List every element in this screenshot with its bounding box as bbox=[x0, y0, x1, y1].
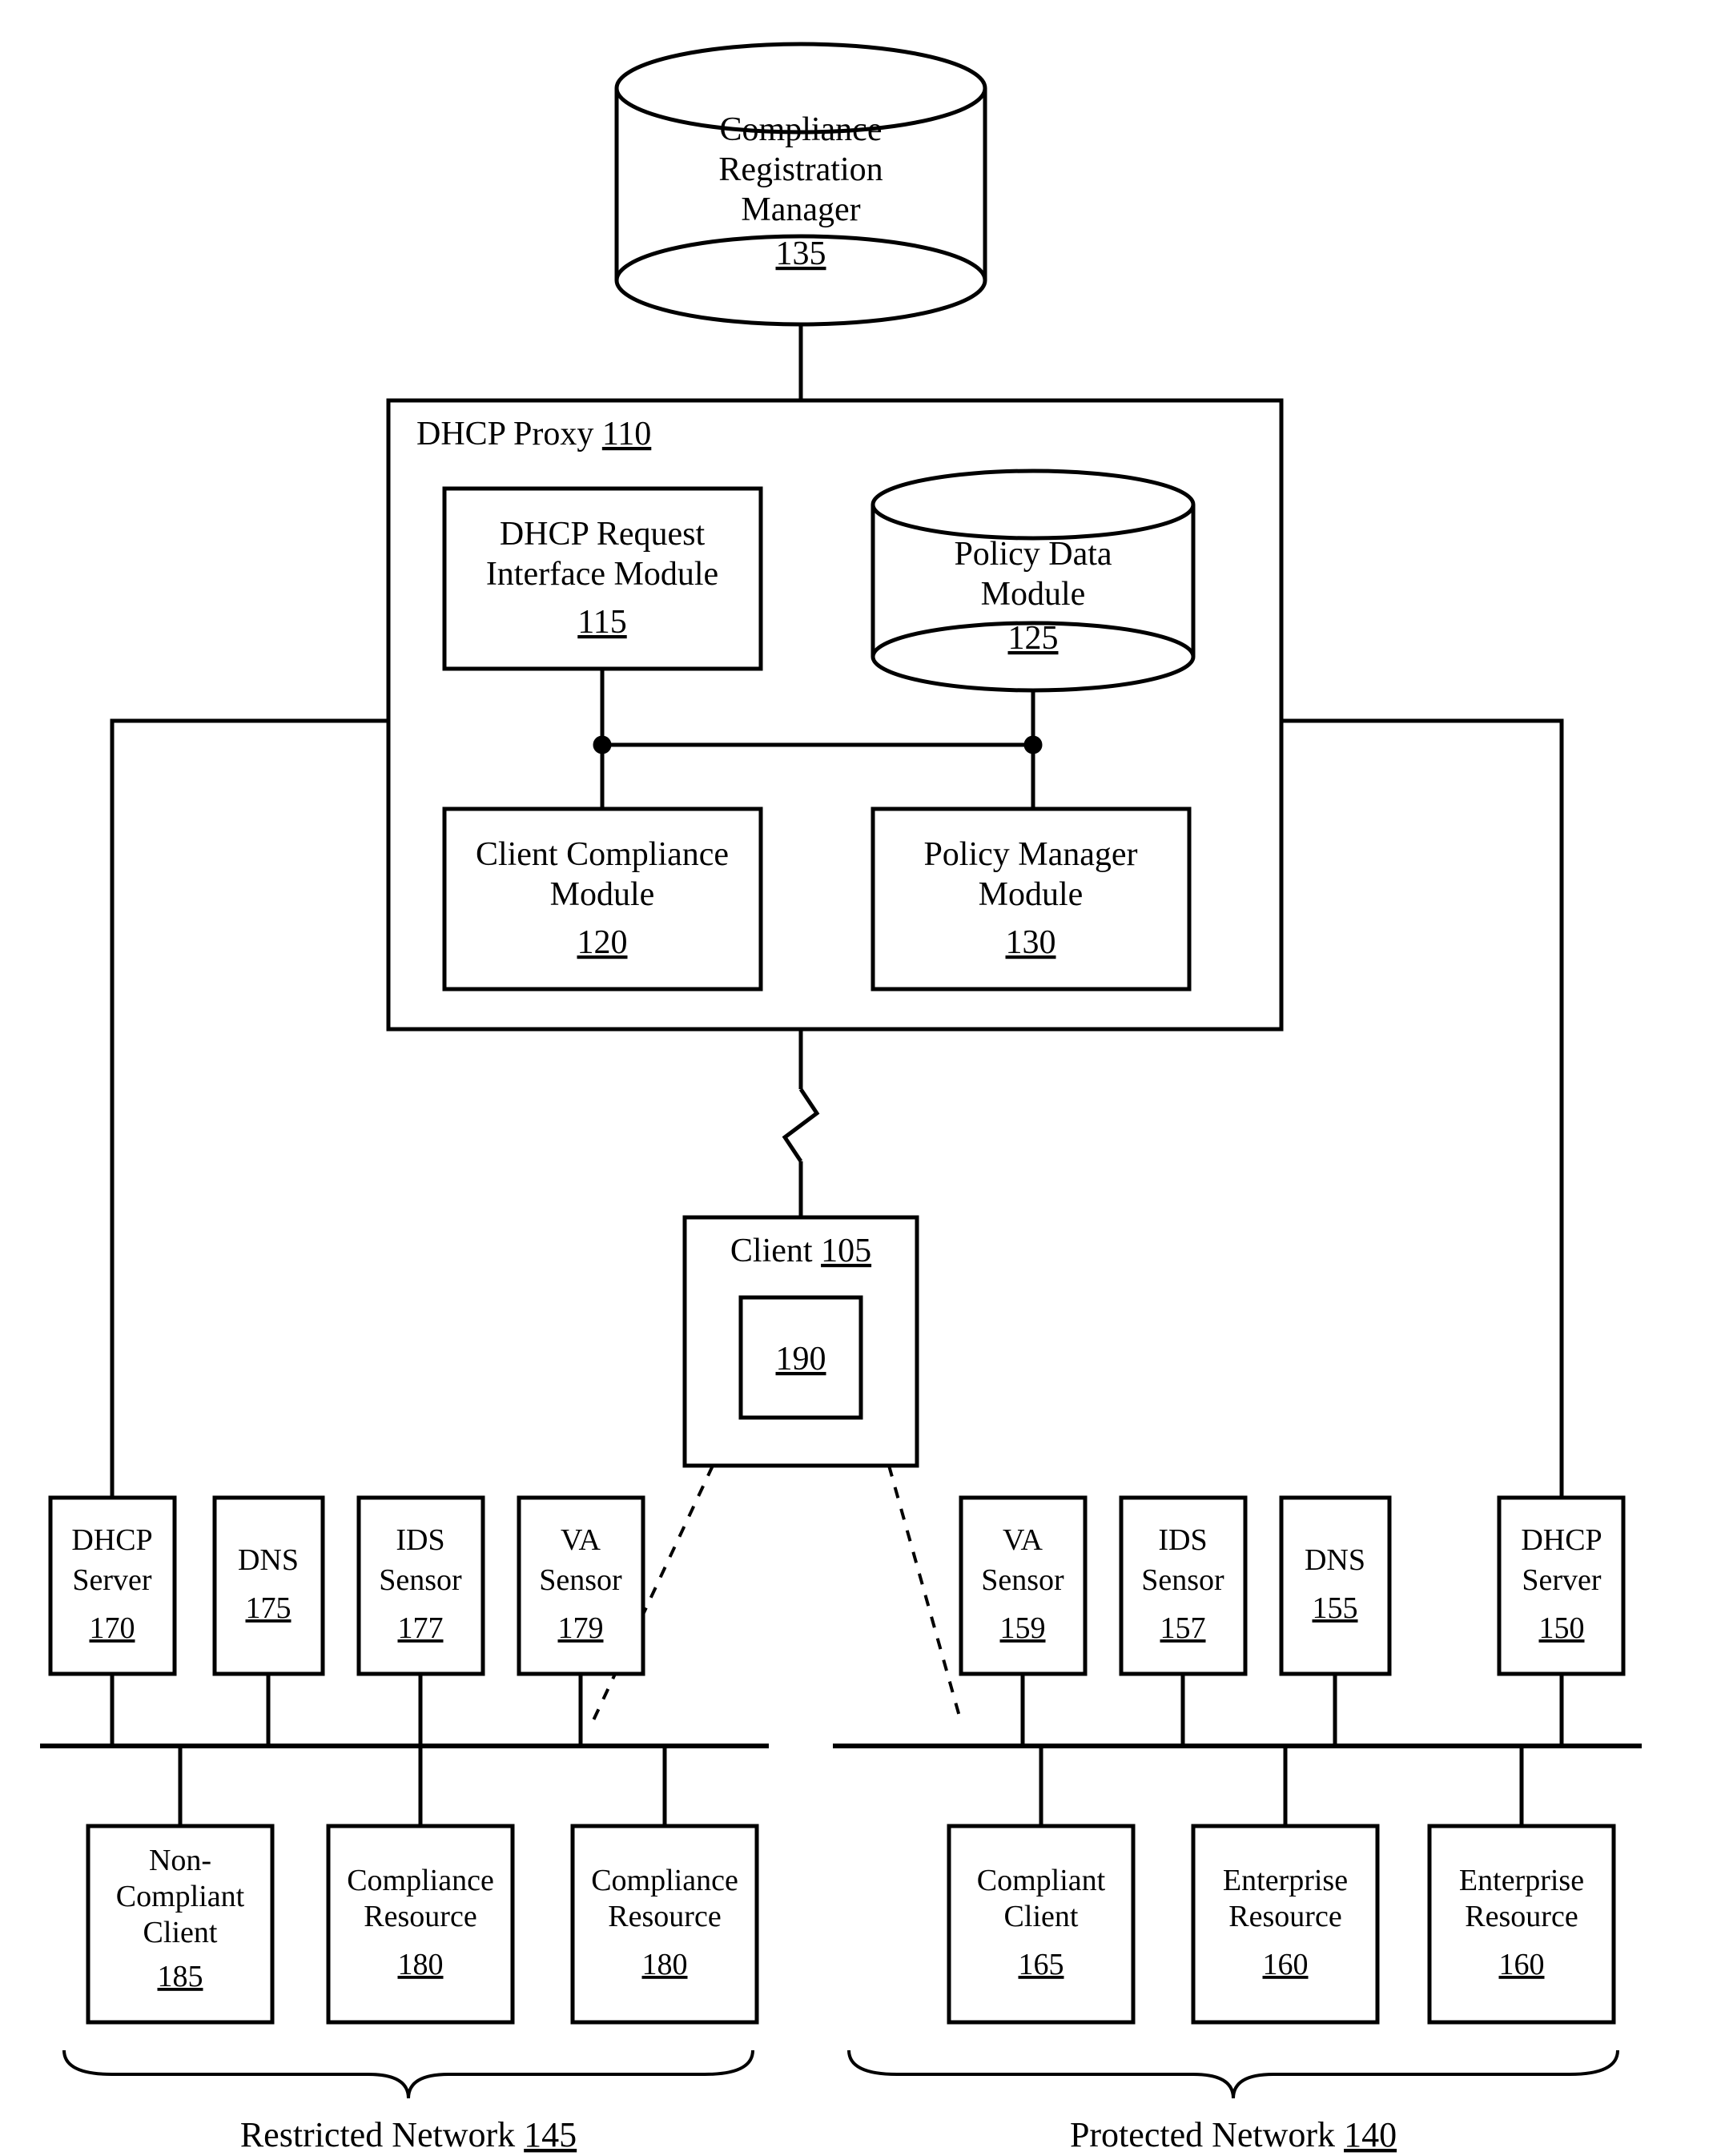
svg-text:Sensor: Sensor bbox=[539, 1563, 622, 1597]
client-box: Client 105 190 bbox=[685, 1217, 917, 1466]
svg-text:Sensor: Sensor bbox=[981, 1563, 1064, 1597]
svg-text:Enterprise: Enterprise bbox=[1459, 1864, 1584, 1897]
svg-text:170: 170 bbox=[90, 1611, 135, 1645]
dhcpreq-num: 115 bbox=[577, 604, 626, 641]
upper-drops-right bbox=[1023, 1674, 1562, 1746]
left-va: VA Sensor 179 bbox=[519, 1498, 643, 1674]
svg-text:DNS: DNS bbox=[1305, 1543, 1365, 1577]
crm-l2: Registration bbox=[718, 151, 883, 188]
brace-right bbox=[849, 2050, 1618, 2098]
svg-text:Sensor: Sensor bbox=[379, 1563, 462, 1597]
svg-text:160: 160 bbox=[1263, 1948, 1309, 1981]
pmm-num: 130 bbox=[1006, 924, 1056, 961]
svg-text:179: 179 bbox=[558, 1611, 604, 1645]
svg-text:IDS: IDS bbox=[1158, 1523, 1207, 1557]
svg-text:Resource: Resource bbox=[1228, 1900, 1341, 1933]
left-dhcp-server: DHCP Server 170 bbox=[50, 1498, 175, 1674]
svg-text:160: 160 bbox=[1499, 1948, 1545, 1981]
architecture-diagram: Compliance Registration Manager 135 DHCP… bbox=[0, 0, 1729, 2156]
proxy-title: DHCP Proxy 110 bbox=[416, 416, 651, 453]
svg-text:157: 157 bbox=[1160, 1611, 1206, 1645]
svg-text:175: 175 bbox=[246, 1591, 292, 1625]
pdm-l2: Module bbox=[981, 576, 1086, 613]
dhcp-request-module: DHCP Request Interface Module 115 bbox=[444, 489, 761, 669]
svg-text:IDS: IDS bbox=[396, 1523, 444, 1557]
upper-drops-left bbox=[112, 1674, 581, 1746]
ccm-num: 120 bbox=[577, 924, 628, 961]
svg-text:150: 150 bbox=[1539, 1611, 1585, 1645]
ccm-l1: Client Compliance bbox=[476, 836, 729, 873]
client-compliance-module: Client Compliance Module 120 bbox=[444, 809, 761, 989]
right-dhcp-server: DHCP Server 150 bbox=[1499, 1498, 1623, 1674]
right-va: VA Sensor 159 bbox=[961, 1498, 1085, 1674]
svg-text:VA: VA bbox=[1003, 1523, 1043, 1557]
svg-text:165: 165 bbox=[1019, 1948, 1064, 1981]
brace-left bbox=[64, 2050, 753, 2098]
pmm-l2: Module bbox=[979, 876, 1084, 913]
dashed-right bbox=[889, 1466, 961, 1722]
protected-network-label: Protected Network 140 bbox=[1070, 2115, 1397, 2154]
svg-text:177: 177 bbox=[398, 1611, 444, 1645]
svg-text:DHCP: DHCP bbox=[1521, 1523, 1602, 1557]
dhcpreq-l2: Interface Module bbox=[486, 556, 718, 593]
restricted-network-label: Restricted Network 145 bbox=[240, 2115, 577, 2154]
svg-text:VA: VA bbox=[561, 1523, 601, 1557]
lower-drops-right bbox=[1041, 1746, 1522, 1826]
pdm-num: 125 bbox=[1008, 620, 1059, 657]
svg-text:DHCP: DHCP bbox=[71, 1523, 152, 1557]
crm-l3: Manager bbox=[741, 191, 860, 228]
client-inner-num: 190 bbox=[776, 1341, 826, 1378]
svg-text:DNS: DNS bbox=[238, 1543, 299, 1577]
ccm-l2: Module bbox=[550, 876, 655, 913]
compliance-resource-1: Compliance Resource 180 bbox=[328, 1826, 513, 2022]
crm-cylinder: Compliance Registration Manager 135 bbox=[617, 44, 985, 324]
pmm-l1: Policy Manager bbox=[923, 836, 1137, 873]
svg-text:Server: Server bbox=[72, 1563, 152, 1597]
svg-text:Enterprise: Enterprise bbox=[1223, 1864, 1348, 1897]
svg-text:180: 180 bbox=[398, 1948, 444, 1981]
policy-manager-module: Policy Manager Module 130 bbox=[873, 809, 1189, 989]
svg-text:Compliance: Compliance bbox=[591, 1864, 738, 1897]
svg-text:Client: Client bbox=[1004, 1900, 1079, 1933]
svg-text:Server: Server bbox=[1522, 1563, 1602, 1597]
svg-text:Client: Client bbox=[143, 1916, 218, 1949]
svg-text:Compliance: Compliance bbox=[347, 1864, 494, 1897]
svg-text:Resource: Resource bbox=[364, 1900, 476, 1933]
left-dns: DNS 175 bbox=[215, 1498, 323, 1674]
enterprise-resource-1: Enterprise Resource 160 bbox=[1193, 1826, 1377, 2022]
svg-text:Compliant: Compliant bbox=[116, 1880, 245, 1913]
right-ids: IDS Sensor 157 bbox=[1121, 1498, 1245, 1674]
client-title: Client 105 bbox=[730, 1233, 871, 1269]
crm-num: 135 bbox=[776, 235, 826, 272]
svg-text:155: 155 bbox=[1313, 1591, 1358, 1625]
dhcpreq-l1: DHCP Request bbox=[500, 516, 706, 553]
svg-text:Resource: Resource bbox=[1465, 1900, 1578, 1933]
svg-text:Non-: Non- bbox=[149, 1844, 211, 1877]
svg-text:180: 180 bbox=[642, 1948, 688, 1981]
svg-text:Compliant: Compliant bbox=[977, 1864, 1106, 1897]
pdm-l1: Policy Data bbox=[954, 536, 1112, 573]
compliant-client: Compliant Client 165 bbox=[949, 1826, 1133, 2022]
crm-l1: Compliance bbox=[720, 111, 883, 148]
left-ids: IDS Sensor 177 bbox=[359, 1498, 483, 1674]
enterprise-resource-2: Enterprise Resource 160 bbox=[1429, 1826, 1614, 2022]
lightning-connector bbox=[785, 1029, 817, 1217]
compliance-resource-2: Compliance Resource 180 bbox=[573, 1826, 757, 2022]
svg-text:Sensor: Sensor bbox=[1141, 1563, 1224, 1597]
right-dns: DNS 155 bbox=[1281, 1498, 1389, 1674]
non-compliant-client: Non- Compliant Client 185 bbox=[88, 1826, 272, 2022]
lower-drops-left bbox=[180, 1746, 665, 1826]
svg-text:Resource: Resource bbox=[608, 1900, 721, 1933]
svg-text:159: 159 bbox=[1000, 1611, 1046, 1645]
svg-text:185: 185 bbox=[158, 1960, 203, 1993]
